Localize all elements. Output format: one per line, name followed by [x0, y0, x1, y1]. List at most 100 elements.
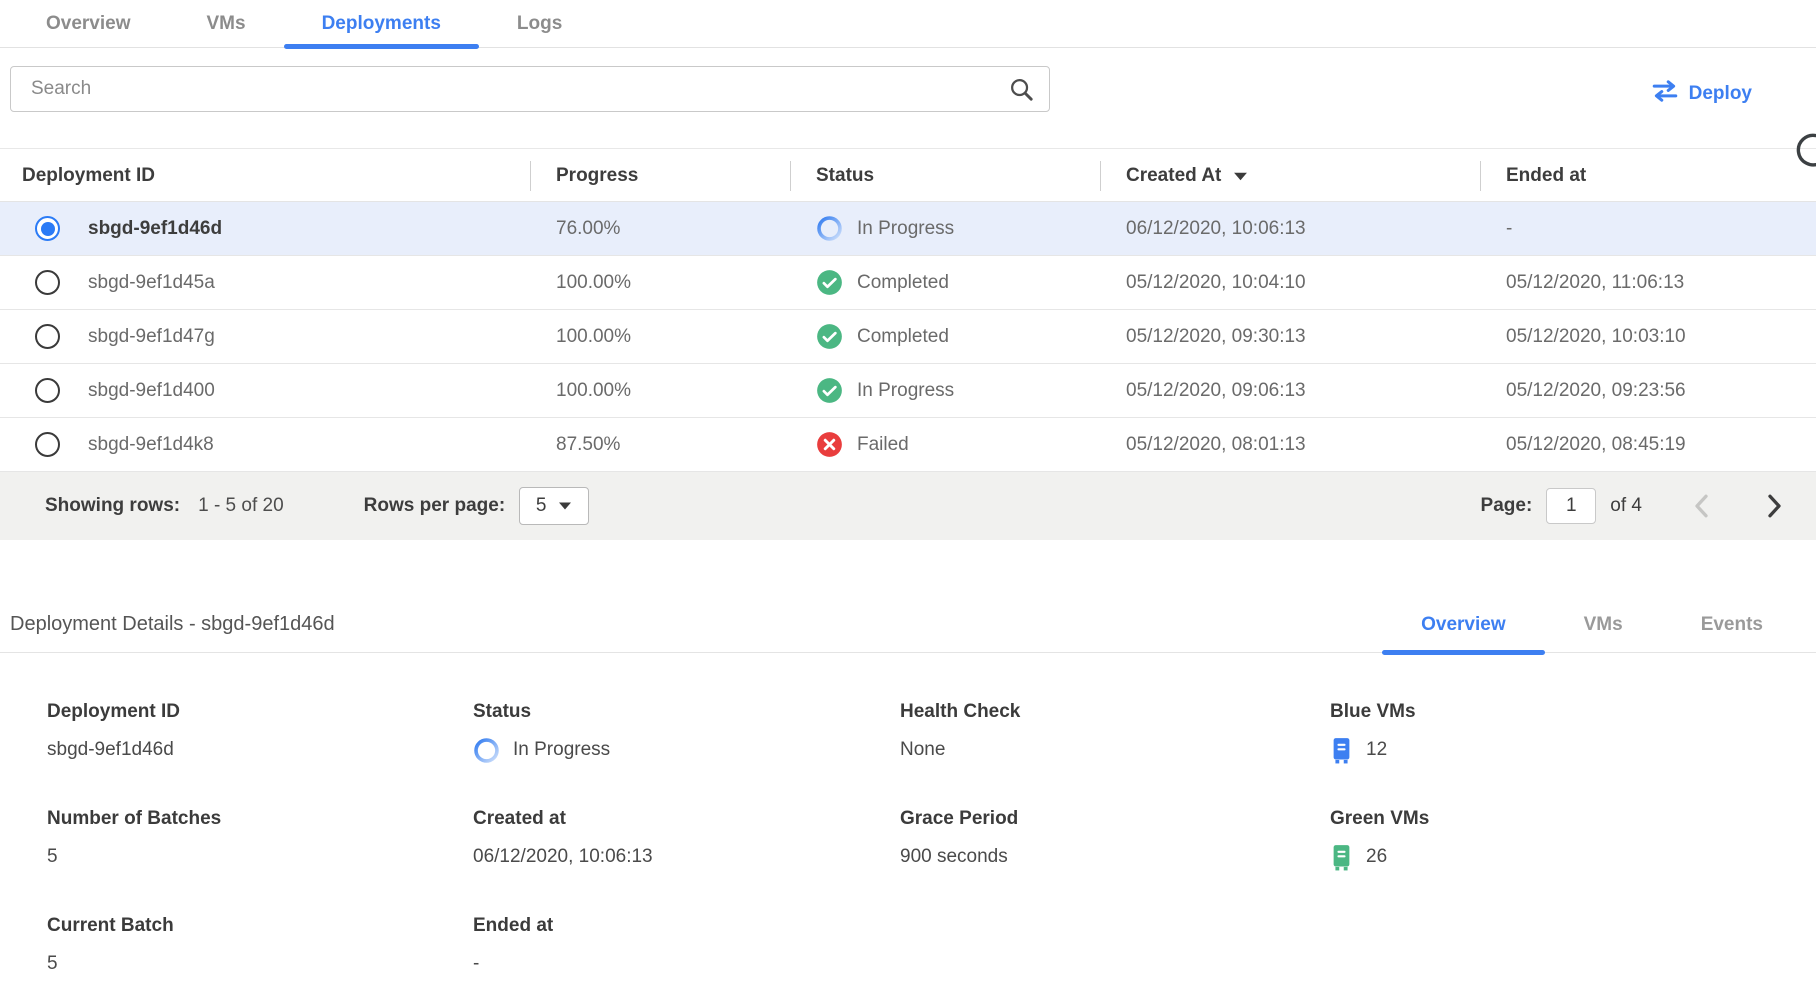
detail-label: Current Batch — [47, 915, 473, 937]
detail-field-status: Status In Progress — [473, 701, 900, 764]
details-tab-vms[interactable]: VMs — [1545, 597, 1662, 653]
previous-page-button[interactable] — [1688, 488, 1715, 524]
row-radio[interactable] — [35, 432, 60, 457]
column-label: Ended at — [1506, 165, 1586, 187]
table-row[interactable]: sbgd-9ef1d46d 76.00% In Progress 06/12/2… — [0, 202, 1816, 256]
detail-field-green-vms: Green VMs 26 — [1330, 808, 1816, 871]
detail-label: Health Check — [900, 701, 1330, 723]
check-circle-icon — [816, 269, 843, 296]
column-header-deployment-id[interactable]: Deployment ID — [0, 149, 530, 203]
chevron-down-icon — [558, 495, 572, 517]
column-label: Deployment ID — [22, 165, 155, 187]
detail-value: 5 — [47, 846, 58, 868]
check-circle-icon — [816, 323, 843, 350]
status-label: Completed — [857, 272, 949, 294]
ended-at-value: - — [1480, 218, 1816, 240]
rows-per-page-label: Rows per page: — [364, 495, 505, 517]
column-header-ended-at[interactable]: Ended at — [1480, 149, 1816, 203]
detail-value: None — [900, 739, 945, 761]
detail-value: - — [473, 953, 479, 975]
details-tab-overview[interactable]: Overview — [1382, 597, 1545, 653]
next-page-button[interactable] — [1761, 488, 1788, 524]
details-tab-events[interactable]: Events — [1662, 597, 1802, 653]
tab-deployments[interactable]: Deployments — [284, 0, 479, 48]
rows-per-page-select[interactable]: 5 — [519, 487, 589, 525]
detail-field-created-at: Created at 06/12/2020, 10:06:13 — [473, 808, 900, 871]
detail-value: sbgd-9ef1d46d — [47, 739, 174, 761]
top-tab-bar: Overview VMs Deployments Logs — [0, 0, 1816, 48]
column-header-created-at[interactable]: Created At — [1100, 149, 1480, 203]
search-box — [10, 66, 1050, 112]
deploy-button[interactable]: Deploy — [1651, 80, 1752, 108]
deployment-id: sbgd-9ef1d4k8 — [88, 434, 214, 456]
details-grid: Deployment ID sbgd-9ef1d46d Status In Pr… — [0, 653, 1816, 978]
table-row[interactable]: sbgd-9ef1d4k8 87.50% Failed 05/12/2020, … — [0, 418, 1816, 472]
row-radio[interactable] — [35, 270, 60, 295]
sort-desc-icon — [1233, 171, 1248, 182]
detail-field-ended-at: Ended at - — [473, 915, 900, 978]
table-footer: Showing rows: 1 - 5 of 20 Rows per page:… — [0, 472, 1816, 540]
tab-logs[interactable]: Logs — [479, 0, 600, 48]
ended-at-value: 05/12/2020, 08:45:19 — [1480, 434, 1816, 456]
progress-value: 100.00% — [530, 272, 790, 294]
row-radio[interactable] — [35, 324, 60, 349]
column-header-status[interactable]: Status — [790, 149, 1100, 203]
x-circle-icon — [816, 431, 843, 458]
spinner-icon — [816, 215, 843, 242]
detail-label: Grace Period — [900, 808, 1330, 830]
created-at-value: 05/12/2020, 09:06:13 — [1100, 380, 1480, 402]
tab-label: Events — [1701, 614, 1763, 636]
row-radio[interactable] — [35, 378, 60, 403]
table-row[interactable]: sbgd-9ef1d400 100.00% In Progress 05/12/… — [0, 364, 1816, 418]
deployments-page: Overview VMs Deployments Logs Deploy Dep… — [0, 0, 1816, 992]
deploy-label: Deploy — [1689, 83, 1752, 105]
tab-vms[interactable]: VMs — [169, 0, 284, 48]
column-label: Status — [816, 165, 874, 187]
page-number-input[interactable] — [1546, 488, 1596, 524]
check-circle-icon — [816, 377, 843, 404]
rows-per-page-value: 5 — [536, 495, 547, 517]
row-radio-selected[interactable] — [35, 216, 60, 241]
table-row[interactable]: sbgd-9ef1d45a 100.00% Completed 05/12/20… — [0, 256, 1816, 310]
detail-label: Status — [473, 701, 900, 723]
progress-value: 100.00% — [530, 380, 790, 402]
column-header-progress[interactable]: Progress — [530, 149, 790, 203]
created-at-value: 06/12/2020, 10:06:13 — [1100, 218, 1480, 240]
detail-value: 12 — [1366, 739, 1387, 761]
deployment-id: sbgd-9ef1d45a — [88, 272, 215, 294]
detail-value: 900 seconds — [900, 846, 1008, 868]
detail-value: 06/12/2020, 10:06:13 — [473, 846, 653, 868]
detail-field-health-check: Health Check None — [900, 701, 1330, 764]
detail-field-number-of-batches: Number of Batches 5 — [47, 808, 473, 871]
ended-at-value: 05/12/2020, 11:06:13 — [1480, 272, 1816, 294]
tab-label: Overview — [46, 13, 131, 35]
detail-label: Green VMs — [1330, 808, 1816, 830]
tab-label: Logs — [517, 13, 562, 35]
detail-label: Created at — [473, 808, 900, 830]
detail-field-blue-vms: Blue VMs 12 — [1330, 701, 1816, 764]
details-title: Deployment Details - sbgd-9ef1d46d — [10, 613, 335, 636]
detail-field-current-batch: Current Batch 5 — [47, 915, 473, 978]
detail-label: Ended at — [473, 915, 900, 937]
created-at-value: 05/12/2020, 08:01:13 — [1100, 434, 1480, 456]
search-input[interactable] — [11, 78, 1008, 100]
progress-value: 76.00% — [530, 218, 790, 240]
column-label: Progress — [556, 165, 638, 187]
progress-value: 100.00% — [530, 326, 790, 348]
deployment-details-panel: Deployment Details - sbgd-9ef1d46d Overv… — [0, 597, 1816, 978]
page-label: Page: — [1481, 495, 1533, 517]
search-icon[interactable] — [1008, 76, 1035, 103]
page-total: of 4 — [1610, 495, 1642, 517]
detail-value: 5 — [47, 953, 58, 975]
ended-at-value: 05/12/2020, 09:23:56 — [1480, 380, 1816, 402]
detail-field-grace-period: Grace Period 900 seconds — [900, 808, 1330, 871]
deployments-table: Deployment ID Progress Status Created At… — [0, 148, 1816, 540]
table-row[interactable]: sbgd-9ef1d47g 100.00% Completed 05/12/20… — [0, 310, 1816, 364]
table-header: Deployment ID Progress Status Created At… — [0, 148, 1816, 202]
tab-label: VMs — [207, 13, 246, 35]
tab-overview[interactable]: Overview — [8, 0, 169, 48]
vm-blue-icon — [1330, 737, 1353, 764]
status-label: In Progress — [857, 380, 954, 402]
swap-arrows-icon — [1651, 80, 1679, 108]
ended-at-value: 05/12/2020, 10:03:10 — [1480, 326, 1816, 348]
